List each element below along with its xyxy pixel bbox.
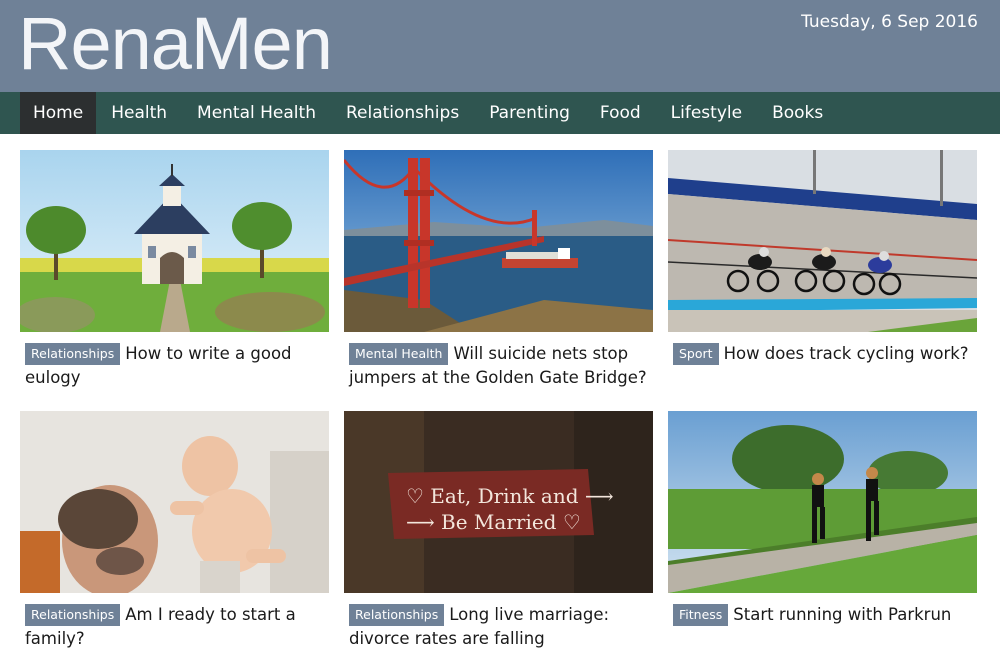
category-tag[interactable]: Sport <box>673 343 719 365</box>
nav-item-food[interactable]: Food <box>585 92 656 134</box>
nav-item-relationships[interactable]: Relationships <box>331 92 474 134</box>
article-image-runners[interactable] <box>668 411 977 593</box>
main-nav: Home Health Mental Health Relationships … <box>0 92 1000 134</box>
article-card: Relationships How to write a good eulogy <box>20 150 329 390</box>
article-caption: Mental Health Will suicide nets stop jump… <box>344 342 649 390</box>
article-caption: Relationships Am I ready to start a famil… <box>20 603 325 651</box>
article-card: Sport How does track cycling work? <box>668 150 977 366</box>
sign-text-line1: ♡ Eat, Drink and ⟶ <box>406 484 614 508</box>
article-card: Mental Health Will suicide nets stop jump… <box>344 150 653 390</box>
sign-text-line2: ⟶ Be Married ♡ <box>406 510 581 534</box>
article-image-father-baby[interactable] <box>20 411 329 593</box>
article-title[interactable]: How does track cycling work? <box>724 344 969 363</box>
article-caption: Fitness Start running with Parkrun <box>668 603 973 627</box>
article-caption: Relationships Long live marriage: divorce… <box>344 603 649 651</box>
nav-item-home[interactable]: Home <box>20 92 97 134</box>
nav-item-mental-health[interactable]: Mental Health <box>182 92 331 134</box>
article-card: Relationships Am I ready to start a famil… <box>20 411 329 651</box>
category-tag[interactable]: Relationships <box>25 604 121 626</box>
category-tag[interactable]: Relationships <box>25 343 121 365</box>
article-caption: Sport How does track cycling work? <box>668 342 973 366</box>
article-image-chapel[interactable] <box>20 150 329 332</box>
nav-item-health[interactable]: Health <box>96 92 182 134</box>
article-card: ♡ Eat, Drink and ⟶ ⟶ Be Married ♡ Relati… <box>344 411 653 651</box>
nav-item-parenting[interactable]: Parenting <box>474 92 585 134</box>
current-date: Tuesday, 6 Sep 2016 <box>801 12 978 32</box>
nav-item-books[interactable]: Books <box>757 92 838 134</box>
article-card: Fitness Start running with Parkrun <box>668 411 977 627</box>
article-image-track-cycling[interactable] <box>668 150 977 332</box>
category-tag[interactable]: Fitness <box>673 604 729 626</box>
category-tag[interactable]: Mental Health <box>349 343 449 365</box>
article-caption: Relationships How to write a good eulogy <box>20 342 325 390</box>
article-image-married-sign[interactable]: ♡ Eat, Drink and ⟶ ⟶ Be Married ♡ <box>344 411 653 593</box>
article-image-golden-gate[interactable] <box>344 150 653 332</box>
site-logo[interactable]: RenaMen <box>18 2 333 86</box>
nav-item-lifestyle[interactable]: Lifestyle <box>656 92 757 134</box>
site-header: RenaMen Tuesday, 6 Sep 2016 <box>0 0 1000 92</box>
category-tag[interactable]: Relationships <box>349 604 445 626</box>
article-title[interactable]: Start running with Parkrun <box>733 605 951 624</box>
